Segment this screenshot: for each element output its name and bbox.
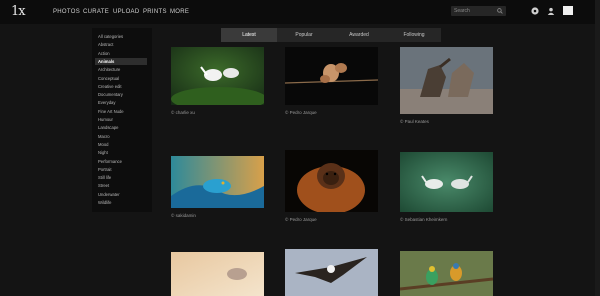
category-macro[interactable]: Macro xyxy=(95,133,147,140)
photo-eagle[interactable] xyxy=(285,249,378,296)
app-logo[interactable]: 1x xyxy=(11,4,26,19)
category-performance[interactable]: Performance xyxy=(95,158,147,165)
page-scrollbar[interactable] xyxy=(595,0,600,296)
category-architecture[interactable]: Architecture xyxy=(95,66,147,73)
category-night[interactable]: Night xyxy=(95,149,147,156)
nav-upload[interactable]: UPLOAD xyxy=(113,9,139,15)
photo-white-horses[interactable] xyxy=(400,152,493,212)
photo-credit[interactable]: © Pedro Jarque xyxy=(285,110,317,115)
tab-popular[interactable]: Popular xyxy=(277,28,331,42)
category-sidebar: All categories Abstract Action Animals A… xyxy=(92,28,152,212)
category-underwater[interactable]: Underwater xyxy=(95,191,147,198)
photo-credit[interactable]: © Sebastian Kheimkern xyxy=(400,217,447,222)
photo-egrets[interactable] xyxy=(171,47,264,105)
photo-credit[interactable]: © sakidamin xyxy=(171,213,196,218)
search-input[interactable]: Search xyxy=(451,6,506,16)
category-animals[interactable]: Animals xyxy=(95,57,147,65)
category-mood[interactable]: Mood xyxy=(95,141,147,148)
category-landscape[interactable]: Landscape xyxy=(95,124,147,131)
photo-credit[interactable]: © charlie xu xyxy=(171,110,195,115)
photo-blue-viper[interactable] xyxy=(171,156,264,208)
photo-horses-fighting[interactable] xyxy=(400,47,493,114)
category-everyday[interactable]: Everyday xyxy=(95,99,147,106)
tab-awarded[interactable]: Awarded xyxy=(331,28,387,42)
nav-photos[interactable]: PHOTOS xyxy=(53,9,80,15)
category-documentary[interactable]: Documentary xyxy=(95,91,147,98)
notifications-icon[interactable] xyxy=(531,7,539,15)
category-wildlife[interactable]: Wildlife xyxy=(95,199,147,206)
category-fine-art-nude[interactable]: Fine Art Nude xyxy=(95,108,147,115)
search-placeholder: Search xyxy=(454,8,470,14)
category-conceptual[interactable]: Conceptual xyxy=(95,75,147,82)
category-creative-edit[interactable]: Creative edit xyxy=(95,83,147,90)
user-icon[interactable] xyxy=(547,7,555,15)
category-street[interactable]: Street xyxy=(95,182,147,189)
category-action[interactable]: Action xyxy=(95,50,147,57)
tab-latest[interactable]: Latest xyxy=(221,28,277,42)
photo-warm-haze[interactable] xyxy=(171,252,264,296)
search-icon[interactable] xyxy=(497,8,503,14)
category-portrait[interactable]: Portrait xyxy=(95,166,147,173)
top-navigation-bar: 1x PHOTOS CURATE UPLOAD PRINTS MORE Sear… xyxy=(0,0,600,24)
avatar[interactable] xyxy=(563,6,573,15)
category-abstract[interactable]: Abstract xyxy=(95,41,147,48)
nav-prints[interactable]: PRINTS xyxy=(143,9,167,15)
category-all[interactable]: All categories xyxy=(95,33,147,40)
photo-monkeys-rope[interactable] xyxy=(285,47,378,105)
photo-credit[interactable]: © Paul Keates xyxy=(400,119,429,124)
photo-credit[interactable]: © Pedro Jarque xyxy=(285,217,317,222)
photo-tabs: Latest Popular Awarded Following xyxy=(221,28,441,42)
nav-curate[interactable]: CURATE xyxy=(83,9,109,15)
nav-more[interactable]: MORE xyxy=(170,9,189,15)
category-humour[interactable]: Humour xyxy=(95,116,147,123)
photo-orangutan[interactable] xyxy=(285,150,378,212)
category-still-life[interactable]: Still life xyxy=(95,174,147,181)
photo-bee-eaters[interactable] xyxy=(400,251,493,296)
tab-following[interactable]: Following xyxy=(387,28,441,42)
